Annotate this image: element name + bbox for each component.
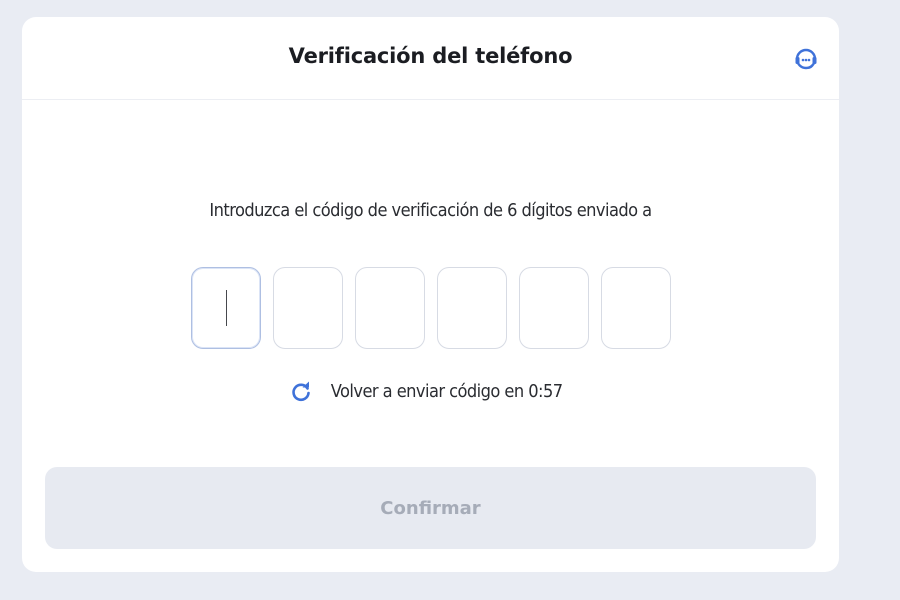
headset-icon[interactable] [793,45,819,71]
otp-input-group [191,267,671,349]
card-header: Verificación del teléfono [22,17,839,100]
otp-digit-2[interactable] [273,267,343,349]
page-title: Verificación del teléfono [288,44,573,68]
otp-digit-2-wrapper [273,267,343,349]
text-caret [226,290,227,326]
otp-digit-6-wrapper [601,267,671,349]
otp-digit-4-wrapper [437,267,507,349]
instruction-text: Introduzca el código de verificación de … [209,201,652,221]
otp-digit-5-wrapper [519,267,589,349]
otp-digit-3[interactable] [355,267,425,349]
resend-code-row: Volver a enviar código en 0:57 [22,381,839,403]
confirm-button[interactable]: Confirmar [45,467,816,549]
otp-digit-6[interactable] [601,267,671,349]
otp-digit-5[interactable] [519,267,589,349]
otp-digit-1-wrapper [191,267,261,349]
phone-verification-card: Verificación del teléfono Introduzca el … [22,17,839,572]
refresh-icon [290,381,312,403]
otp-digit-4[interactable] [437,267,507,349]
otp-digit-3-wrapper [355,267,425,349]
resend-countdown-text: Volver a enviar código en 0:57 [330,382,563,402]
